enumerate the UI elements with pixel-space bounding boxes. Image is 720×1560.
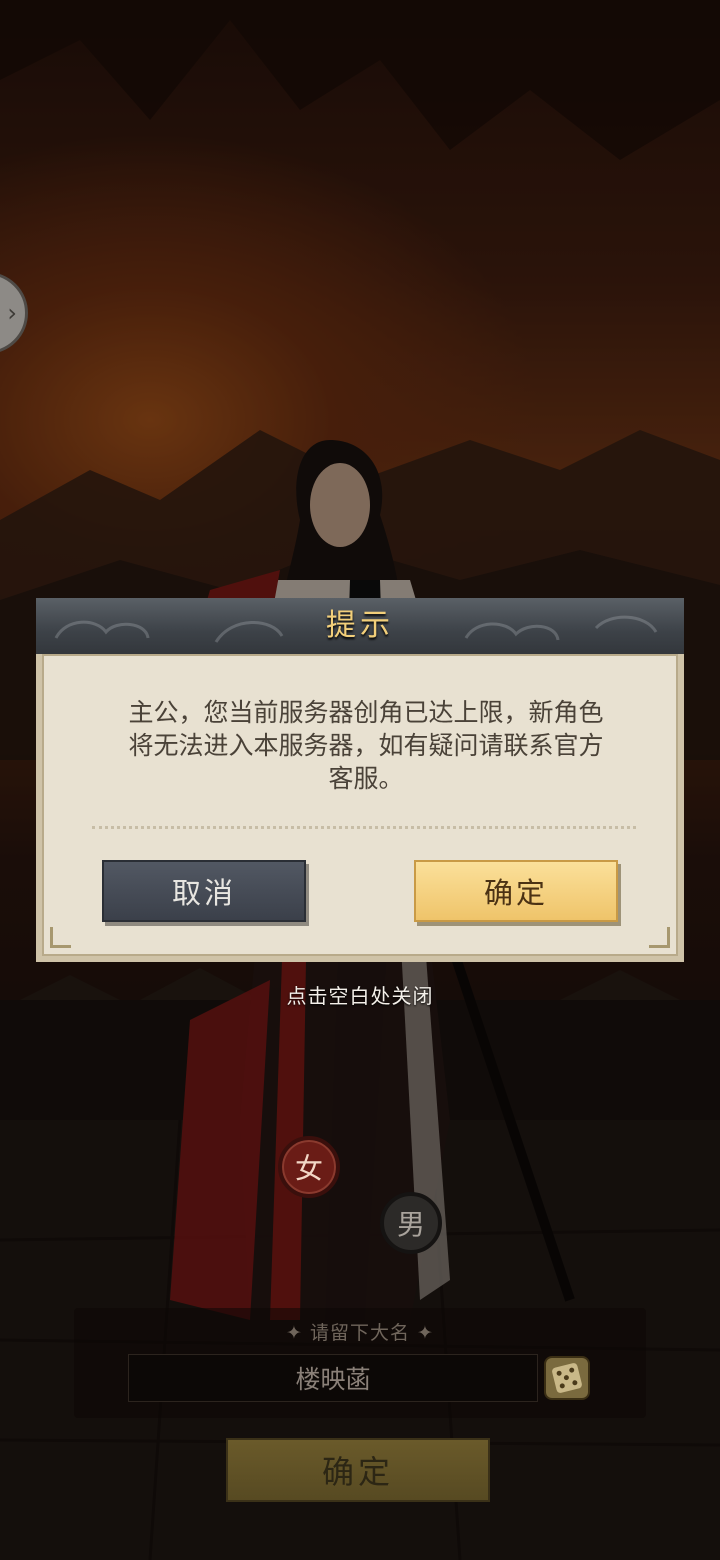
dialog-title: 提示 xyxy=(326,608,394,643)
gender-female-label: 女 xyxy=(294,1152,323,1185)
gender-male-label: 男 xyxy=(396,1208,425,1241)
create-character-confirm-label: 确定 xyxy=(321,1453,394,1491)
chevron-right-icon: › xyxy=(7,299,17,327)
confirm-button-label: 确定 xyxy=(483,876,548,910)
cancel-button-label: 取消 xyxy=(171,876,236,910)
gender-female-button[interactable]: 女 xyxy=(278,1136,340,1198)
dice-icon xyxy=(551,1362,583,1394)
dialog-divider xyxy=(92,826,636,829)
gender-male-button[interactable]: 男 xyxy=(380,1192,442,1254)
notice-dialog: 提示 主公，您当前服务器创角已达上限，新角色 将无法进入本服务器，如有疑问请联系… xyxy=(36,598,684,962)
cancel-button[interactable]: 取消 xyxy=(102,860,306,922)
dialog-message-line: 将无法进入本服务器，如有疑问请联系官方 xyxy=(128,731,604,760)
dialog-message: 主公，您当前服务器创角已达上限，新角色 将无法进入本服务器，如有疑问请联系官方 … xyxy=(76,696,656,795)
corner-ornament xyxy=(50,927,71,948)
dialog-body: 主公，您当前服务器创角已达上限，新角色 将无法进入本服务器，如有疑问请联系官方 … xyxy=(36,654,684,962)
confirm-button[interactable]: 确定 xyxy=(414,860,618,922)
dialog-message-line: 客服。 xyxy=(328,764,404,793)
create-character-confirm-button[interactable]: 确定 xyxy=(226,1438,490,1502)
tap-blank-to-close-hint: 点击空白处关闭 xyxy=(286,984,434,1008)
name-entry-hint: ✦ 请留下大名 ✦ xyxy=(286,1322,434,1344)
character-name-input[interactable]: 楼映菡 xyxy=(128,1354,538,1402)
dialog-message-line: 主公，您当前服务器创角已达上限，新角色 xyxy=(128,698,604,727)
corner-ornament xyxy=(649,927,670,948)
dialog-header: 提示 xyxy=(36,598,684,656)
random-name-dice-button[interactable] xyxy=(546,1358,588,1398)
